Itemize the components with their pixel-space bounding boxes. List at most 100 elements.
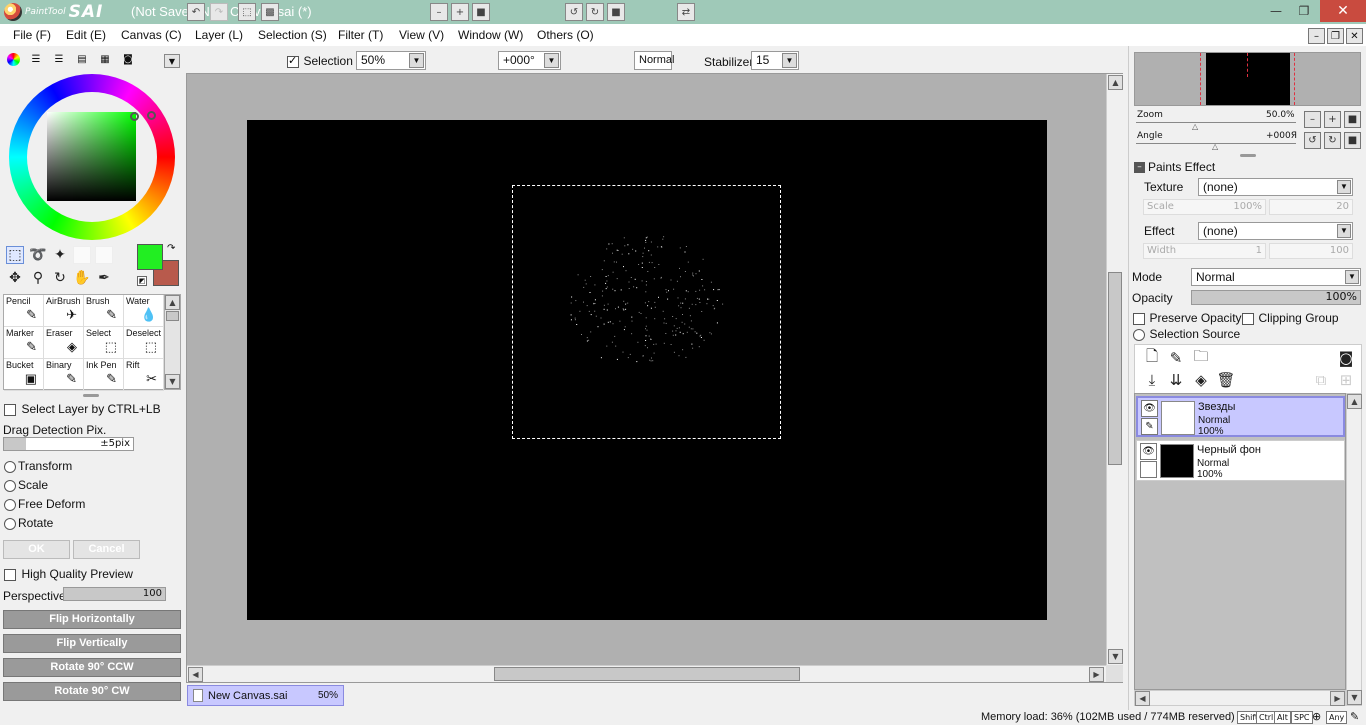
preserve-opacity-checkbox[interactable] (1133, 313, 1145, 325)
merge-down-button[interactable]: ⇊ (1167, 371, 1185, 389)
merge-mask-button[interactable]: ⊞ (1337, 371, 1355, 389)
apply-mask-button[interactable]: ⧉ (1312, 371, 1330, 389)
zoom-out-button[interactable]: – (430, 3, 448, 21)
selection-marquee[interactable] (512, 185, 781, 439)
nav-zoom-reset-button[interactable]: ■ (1344, 111, 1361, 128)
eyedropper-tool[interactable]: ✒ (95, 269, 113, 287)
nav-zoom-in-button[interactable]: + (1324, 111, 1341, 128)
maximize-button[interactable]: ❐ (1290, 0, 1318, 22)
texture-scale-field[interactable]: Scale 100% (1143, 199, 1266, 215)
deselect-button[interactable]: ⬚ (238, 3, 256, 21)
hue-cursor[interactable] (147, 111, 156, 120)
panel-splitter[interactable] (83, 394, 99, 397)
close-button[interactable]: ✕ (1320, 0, 1366, 22)
collapse-icon[interactable]: – (1134, 162, 1145, 173)
nav-rotate-left-button[interactable]: ↺ (1304, 132, 1321, 149)
hq-preview-option[interactable]: High Quality Preview (4, 567, 133, 581)
clipping-group-checkbox[interactable] (1242, 313, 1254, 325)
nav-zoom-out-button[interactable]: – (1304, 111, 1321, 128)
rotate-option[interactable]: Rotate (4, 516, 53, 530)
flip-view-button[interactable]: ⇄ (677, 3, 695, 21)
layer-row[interactable]: 👁 ✎ Звезды Normal 100% (1136, 396, 1345, 437)
tool-deselect[interactable]: Deselect ⬚ (124, 327, 164, 359)
rgb-slider-tab[interactable]: ☰ (26, 51, 46, 67)
tool-marker[interactable]: Marker ✎ (4, 327, 44, 359)
ok-button[interactable]: OK (3, 540, 70, 559)
free-deform-radio[interactable] (4, 499, 16, 511)
cancel-button[interactable]: Cancel (73, 540, 140, 559)
nav-zoom-marker-icon[interactable]: △ (1192, 122, 1198, 131)
tool-brush[interactable]: Brush ✎ (84, 295, 124, 327)
layer-mask-button[interactable]: ◙ (1337, 349, 1355, 367)
scroll-down-button[interactable]: ▼ (165, 374, 180, 389)
scroll-up-button[interactable]: ▲ (1108, 75, 1123, 90)
mdi-restore-button[interactable]: ❐ (1327, 28, 1344, 44)
redo-button[interactable]: ↷ (210, 3, 228, 21)
stabilizer-combo[interactable]: 15 ▼ (751, 51, 799, 70)
vertical-scroll-thumb[interactable] (1108, 272, 1122, 465)
clear-layer-button[interactable]: ◈ (1192, 371, 1210, 389)
nav-angle-marker-icon[interactable]: △ (1212, 142, 1218, 151)
swatches-tab[interactable]: ▤ (72, 51, 92, 67)
menu-edit[interactable]: Edit (E) (66, 28, 106, 42)
rotate-tool[interactable]: ↻ (51, 269, 69, 287)
menu-canvas[interactable]: Canvas (C) (121, 28, 182, 42)
edit-lock-toggle[interactable] (1140, 461, 1157, 478)
nav-rotate-reset-button[interactable]: ■ (1344, 132, 1361, 149)
delete-layer-button[interactable]: 🗑 (1216, 371, 1235, 389)
tool-binary[interactable]: Binary ✎ (44, 359, 84, 391)
preserve-opacity-option[interactable]: Preserve Opacity (1133, 311, 1242, 325)
scroll-down-button[interactable]: ▼ (1108, 649, 1123, 664)
hsv-slider-tab[interactable]: ☰ (49, 51, 69, 67)
document-tab[interactable]: New Canvas.sai 50% (187, 685, 344, 706)
horizontal-scroll-thumb[interactable] (494, 667, 800, 681)
lasso-tool[interactable]: ➰ (29, 246, 47, 264)
visibility-toggle[interactable]: 👁 (1140, 443, 1157, 460)
minimize-button[interactable]: — (1262, 0, 1290, 22)
scroll-left-button[interactable]: ◀ (188, 667, 203, 682)
effect-combo[interactable]: (none) ▼ (1198, 222, 1353, 240)
flip-vertically-button[interactable]: Flip Vertically (3, 634, 181, 653)
hq-preview-checkbox[interactable] (4, 569, 16, 581)
transform-radio[interactable] (4, 461, 16, 473)
nav-rotate-right-button[interactable]: ↻ (1324, 132, 1341, 149)
clipping-group-option[interactable]: Clipping Group (1242, 311, 1339, 325)
selection-checkbox[interactable] (287, 54, 299, 68)
rotate-left-button[interactable]: ↺ (565, 3, 583, 21)
tool-ink-pen[interactable]: Ink Pen ✎ (84, 359, 124, 391)
rotate-right-button[interactable]: ↻ (586, 3, 604, 21)
flip-horizontally-button[interactable]: Flip Horizontally (3, 610, 181, 629)
perspective-slider[interactable]: 100 (63, 587, 166, 601)
selection-source-radio[interactable] (1133, 329, 1145, 341)
layer-mode-combo[interactable]: Normal ▼ (1191, 268, 1361, 286)
layer-list-hscrollbar[interactable]: ◀ ▶ (1134, 690, 1346, 706)
menu-window[interactable]: Window (W) (458, 28, 523, 42)
transfer-down-button[interactable]: ⤓ (1143, 371, 1161, 389)
rotate-radio[interactable] (4, 518, 16, 530)
swap-colors-icon[interactable]: ↷ (167, 243, 175, 254)
rotate-reset-button[interactable]: ■ (607, 3, 625, 21)
nav-zoom-track[interactable] (1136, 122, 1296, 123)
panel-menu-button[interactable]: ▼ (164, 54, 180, 68)
texture-combo[interactable]: (none) ▼ (1198, 178, 1353, 196)
angle-combo[interactable]: +000° ▼ (498, 51, 561, 70)
new-layer-button[interactable]: 🗋 (1143, 347, 1161, 367)
transparent-color-icon[interactable]: ◩ (137, 276, 147, 286)
rect-select-tool[interactable]: ⬚ (6, 246, 24, 264)
edit-lock-toggle[interactable]: ✎ (1141, 418, 1158, 435)
menu-layer[interactable]: Layer (L) (195, 28, 243, 42)
effect-width-field[interactable]: Width 1 (1143, 243, 1266, 259)
tool-water[interactable]: Water 💧 (124, 295, 164, 327)
mixer-tab[interactable]: ◙ (118, 51, 138, 67)
new-folder-button[interactable]: 🗀 (1192, 347, 1210, 367)
menu-filter[interactable]: Filter (T) (338, 28, 383, 42)
new-linework-layer-button[interactable]: ✎ (1167, 349, 1185, 367)
blend-mode-combo[interactable]: Normal (634, 51, 674, 70)
hand-tool[interactable]: ✋ (73, 269, 91, 287)
zoom-reset-button[interactable]: ■ (472, 3, 490, 21)
zoom-combo[interactable]: 50% ▼ (356, 51, 426, 70)
free-deform-option[interactable]: Free Deform (4, 497, 85, 511)
rotate-cw-button[interactable]: Rotate 90° CW (3, 682, 181, 701)
panel-splitter[interactable] (1240, 154, 1256, 157)
select-layer-option[interactable]: Select Layer by CTRL+LB (4, 402, 161, 416)
